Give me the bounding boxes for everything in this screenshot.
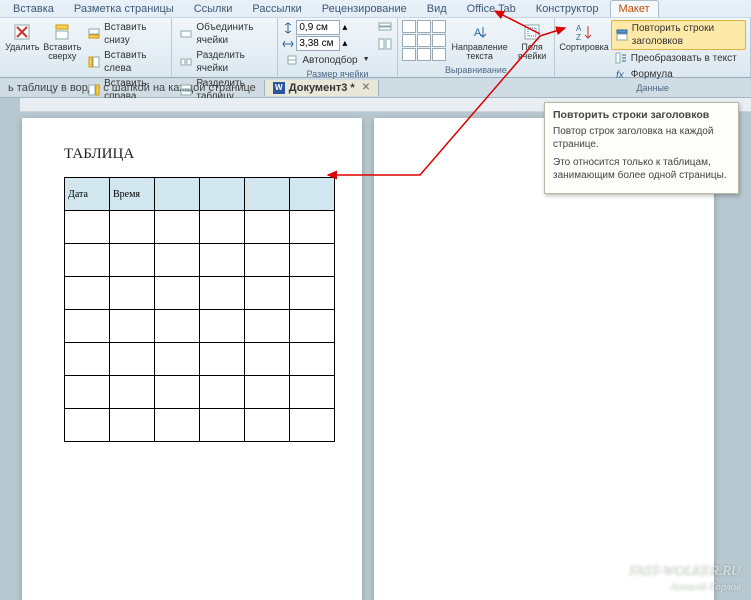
- table-row: [65, 409, 335, 442]
- split-cells-icon: [179, 55, 193, 69]
- page-1[interactable]: ТАБЛИЦА Дата Время: [22, 118, 362, 600]
- tab-razmetka[interactable]: Разметка страницы: [65, 0, 183, 17]
- spinner-up-icon[interactable]: ▴: [342, 22, 347, 33]
- merge-cells-icon: [179, 27, 193, 41]
- col-width-input[interactable]: [296, 36, 340, 51]
- tab-vstavka[interactable]: Вставка: [4, 0, 63, 17]
- distribute-cols-button[interactable]: [377, 36, 393, 52]
- sort-button[interactable]: AZ Сортировка: [559, 20, 608, 54]
- align-mr[interactable]: [432, 34, 446, 47]
- sort-icon: AZ: [574, 22, 594, 42]
- svg-text:fx: fx: [616, 70, 625, 80]
- delete-icon: [12, 22, 32, 42]
- svg-text:A: A: [474, 27, 482, 39]
- insert-right-icon: [87, 83, 101, 97]
- convert-to-text-button[interactable]: Преобразовать в текст: [611, 50, 746, 66]
- distribute-rows-icon: [378, 21, 392, 35]
- table-row: [65, 343, 335, 376]
- insert-top-icon: [52, 22, 72, 42]
- formula-button[interactable]: fx Формула: [611, 66, 746, 82]
- tab-officetab[interactable]: Office Tab: [458, 0, 525, 17]
- text-direction-button[interactable]: A Направление текста: [448, 20, 512, 64]
- document-title: ТАБЛИЦА: [22, 118, 362, 163]
- repeat-header-rows-button[interactable]: Повторить строки заголовков: [611, 20, 746, 50]
- tab-konstruktor[interactable]: Конструктор: [527, 0, 608, 17]
- tooltip-title: Повторить строки заголовков: [553, 109, 730, 121]
- delete-button[interactable]: Удалить: [4, 20, 40, 54]
- ribbon-tabs: Вставка Разметка страницы Ссылки Рассылк…: [0, 0, 751, 17]
- group-data: AZ Сортировка Повторить строки заголовко…: [555, 18, 751, 77]
- table-row: [65, 310, 335, 343]
- insert-left-icon: [87, 55, 101, 69]
- document-table[interactable]: Дата Время: [64, 177, 335, 442]
- workspace: ТАБЛИЦА Дата Время Повторить строки заго…: [0, 98, 751, 600]
- insert-left-button[interactable]: Вставить слева: [84, 48, 167, 76]
- dropdown-icon: ▼: [363, 55, 370, 64]
- tab-ssylki[interactable]: Ссылки: [185, 0, 242, 17]
- align-tr[interactable]: [432, 20, 446, 33]
- autofit-button[interactable]: Автоподбор▼: [282, 52, 372, 68]
- formula-icon: fx: [614, 67, 628, 81]
- row-height-input[interactable]: [296, 20, 340, 35]
- table-row: [65, 211, 335, 244]
- cell-margins-button[interactable]: Поля ячейки: [514, 20, 551, 64]
- group-label-data: Данные: [559, 82, 746, 94]
- col-header-date[interactable]: Дата: [65, 178, 110, 211]
- cell-margins-icon: [522, 22, 542, 42]
- tab-maket[interactable]: Макет: [610, 0, 659, 17]
- group-cell-size: ▴ ▴ Автоподбор▼: [278, 18, 397, 77]
- to-text-icon: [614, 51, 628, 65]
- col-header-time[interactable]: Время: [110, 178, 155, 211]
- width-icon: [282, 38, 294, 50]
- align-bc[interactable]: [417, 48, 431, 61]
- height-icon: [282, 22, 294, 34]
- insert-bottom-icon: [87, 27, 101, 41]
- merge-cells-button[interactable]: Объединить ячейки: [176, 20, 273, 48]
- split-cells-button[interactable]: Разделить ячейки: [176, 48, 273, 76]
- close-tab-icon[interactable]: ✕: [362, 82, 370, 93]
- group-alignment: A Направление текста Поля ячейки Выравни…: [398, 18, 556, 77]
- group-merge: Объединить ячейки Разделить ячейки Разде…: [172, 18, 278, 77]
- align-mc[interactable]: [417, 34, 431, 47]
- table-row: [65, 244, 335, 277]
- svg-text:Z: Z: [576, 33, 581, 41]
- align-br[interactable]: [432, 48, 446, 61]
- group-rows-cols: Удалить Вставить сверху Вставить снизу: [0, 18, 172, 77]
- split-table-icon: [179, 83, 193, 97]
- watermark: FAST-WOLKER.RU Алексей Горлов: [629, 564, 741, 594]
- svg-text:A: A: [576, 24, 582, 33]
- tab-vid[interactable]: Вид: [418, 0, 456, 17]
- text-direction-icon: A: [470, 22, 490, 42]
- autofit-icon: [285, 53, 299, 67]
- tooltip-text-2: Это относится только к таблицам, занимаю…: [553, 156, 730, 182]
- alignment-grid: [402, 20, 446, 61]
- insert-top-button[interactable]: Вставить сверху: [42, 20, 82, 64]
- table-header-row: Дата Время: [65, 178, 335, 211]
- word-icon: W: [273, 82, 285, 94]
- align-tc[interactable]: [417, 20, 431, 33]
- insert-bottom-button[interactable]: Вставить снизу: [84, 20, 167, 48]
- document-tab[interactable]: W Документ3 * ✕: [265, 80, 379, 96]
- repeat-header-icon: [615, 28, 629, 42]
- table-row: [65, 277, 335, 310]
- tab-recenz[interactable]: Рецензирование: [313, 0, 416, 17]
- group-label-alignment: Выравнивание: [402, 64, 551, 76]
- distribute-rows-button[interactable]: [377, 20, 393, 36]
- group-label-cell-size: Размер ячейки: [282, 68, 392, 80]
- tab-rassylki[interactable]: Рассылки: [243, 0, 310, 17]
- distribute-cols-icon: [378, 37, 392, 51]
- align-ml[interactable]: [402, 34, 416, 47]
- tooltip-repeat-header: Повторить строки заголовков Повтор строк…: [544, 102, 739, 194]
- spinner-up-icon[interactable]: ▴: [342, 38, 347, 49]
- tooltip-text-1: Повтор строк заголовка на каждой страниц…: [553, 125, 730, 151]
- align-bl[interactable]: [402, 48, 416, 61]
- table-row: [65, 376, 335, 409]
- align-tl[interactable]: [402, 20, 416, 33]
